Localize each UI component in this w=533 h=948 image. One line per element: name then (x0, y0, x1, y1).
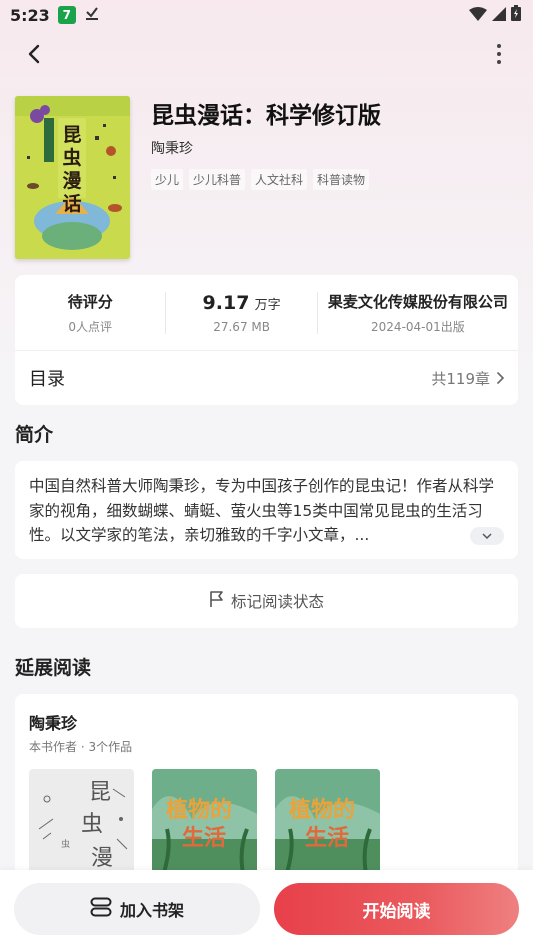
svg-text:漫: 漫 (91, 846, 113, 871)
svg-text:虫: 虫 (62, 146, 81, 169)
intro-text: 中国自然科普大师陶秉珍，专为中国孩子创作的昆虫记！作者从科学家的视角，细数蝴蝶、… (29, 477, 495, 544)
tag-item[interactable]: 科普读物 (313, 169, 370, 190)
file-size: 27.67 MB (213, 319, 270, 334)
intro-section-title: 简介 (15, 424, 54, 446)
toc-row[interactable]: 目录 共119章 (15, 351, 518, 405)
wifi-icon (469, 6, 487, 25)
signal-icon (492, 6, 506, 25)
tag-item[interactable]: 少儿 (151, 169, 184, 190)
word-count-value: 9.17 (202, 291, 250, 314)
author-book-cover[interactable]: 植物的 生活 (275, 769, 380, 879)
word-count-unit: 万字 (254, 297, 281, 313)
svg-text:漫: 漫 (62, 170, 82, 192)
top-bar (0, 36, 533, 72)
mark-reading-status-button[interactable]: 标记阅读状态 (15, 574, 518, 628)
svg-text:生活: 生活 (305, 826, 349, 851)
word-count-stat: 9.17 万字 27.67 MB (166, 275, 316, 350)
svg-text:虫: 虫 (81, 812, 103, 837)
publish-date: 2024-04-01出版 (371, 319, 465, 334)
chevron-left-icon (28, 44, 40, 64)
book-title: 昆虫漫话：科学修订版 (151, 103, 381, 129)
tag-item[interactable]: 人文社科 (251, 169, 308, 190)
app-notification-icon: 7 (57, 6, 76, 24)
publisher-name: 果麦文化传媒股份有限公司 (327, 292, 508, 311)
extended-section-title: 延展阅读 (15, 657, 92, 679)
download-done-icon (84, 5, 100, 25)
publisher-stat[interactable]: 果麦文化传媒股份有限公司 2024-04-01出版 (318, 275, 518, 350)
rating-stat[interactable]: 待评分 0人点评 (15, 275, 165, 350)
book-header: 昆 虫 漫 话 昆虫漫话：科学修订版 陶秉珍 少儿 少儿科普 人文社科 科普读物 (15, 96, 525, 261)
start-reading-button[interactable]: 开始阅读 (274, 883, 519, 935)
more-vertical-icon (497, 44, 501, 64)
status-bar: 5:23 7 (0, 0, 533, 30)
add-to-shelf-button[interactable]: 加入书架 (14, 883, 260, 935)
bottom-action-bar: 加入书架 开始阅读 (0, 870, 533, 948)
svg-text:植物的: 植物的 (289, 797, 355, 823)
bookshelf-icon (90, 897, 112, 921)
intro-card[interactable]: 中国自然科普大师陶秉珍，专为中国孩子创作的昆虫记！作者从科学家的视角，细数蝴蝶、… (15, 461, 518, 559)
expand-intro-button[interactable] (470, 527, 504, 545)
toc-chapter-count: 共119章 (431, 369, 490, 388)
mark-reading-status-label: 标记阅读状态 (230, 593, 324, 611)
add-to-shelf-label: 加入书架 (119, 901, 184, 920)
flag-icon (209, 590, 225, 612)
rating-label: 待评分 (67, 292, 113, 311)
word-count: 9.17 万字 (203, 292, 281, 314)
svg-text:虫: 虫 (61, 838, 70, 850)
book-tags: 少儿 少儿科普 人文社科 科普读物 (151, 169, 370, 190)
svg-text:话: 话 (62, 193, 81, 215)
chevron-down-icon (482, 532, 492, 539)
back-button[interactable] (20, 40, 48, 68)
svg-text:昆: 昆 (62, 124, 81, 146)
more-options-button[interactable] (485, 40, 513, 68)
svg-text:生活: 生活 (182, 826, 226, 851)
book-stats: 待评分 0人点评 9.17 万字 27.67 MB 果麦文化传媒股份有限公司 2… (15, 275, 518, 350)
rating-count: 0人点评 (68, 319, 113, 334)
book-cover[interactable]: 昆 虫 漫 话 (15, 96, 130, 259)
chevron-right-icon (496, 372, 504, 384)
ext-author-subtitle: 本书作者 · 3个作品 (29, 740, 133, 754)
status-time: 5:23 (10, 5, 50, 25)
author-book-cover[interactable]: 昆 虫 漫 虫 (29, 769, 134, 879)
tag-item[interactable]: 少儿科普 (189, 169, 246, 190)
author-works-card: 陶秉珍 本书作者 · 3个作品 昆 虫 漫 虫 植物的 生活 植物的 生活 (15, 694, 518, 894)
author-books-list: 昆 虫 漫 虫 植物的 生活 植物的 生活 (29, 769, 380, 879)
toc-label: 目录 (29, 369, 65, 390)
start-reading-label: 开始阅读 (362, 901, 431, 922)
battery-icon (511, 5, 521, 25)
ext-author-name[interactable]: 陶秉珍 (29, 710, 77, 734)
author-book-cover[interactable]: 植物的 生活 (152, 769, 257, 879)
book-info-card: 待评分 0人点评 9.17 万字 27.67 MB 果麦文化传媒股份有限公司 2… (15, 275, 518, 405)
book-author[interactable]: 陶秉珍 (151, 138, 193, 158)
svg-text:昆: 昆 (89, 780, 111, 805)
svg-text:植物的: 植物的 (166, 797, 232, 823)
